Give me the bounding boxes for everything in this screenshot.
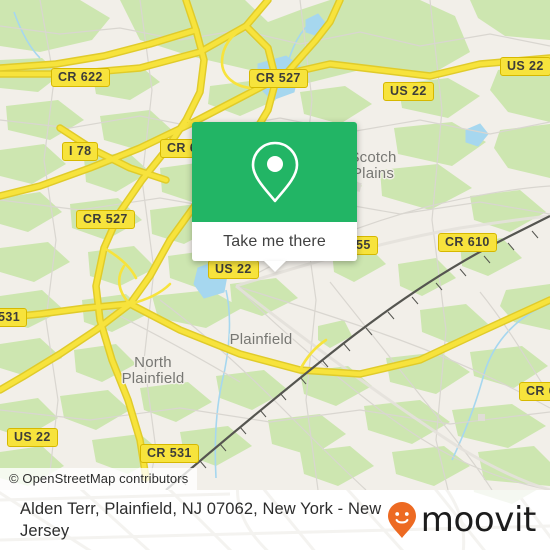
moovit-wordmark: moovit — [420, 500, 537, 540]
map-canvas[interactable]: Scotch Plains Plainfield North Plainfiel… — [0, 0, 550, 490]
take-me-there-label[interactable]: Take me there — [223, 233, 326, 251]
road-shield-i-78: I 78 — [62, 142, 99, 161]
road-shield-cr-622: CR 622 — [51, 68, 110, 87]
road-shield-cr-527-left: CR 527 — [76, 210, 135, 229]
road-shield-us-22-top-left: US 22 — [383, 82, 434, 101]
footer-content: Alden Terr, Plainfield, NJ 07062, New Yo… — [0, 490, 550, 550]
road-shield-us-22-top-right: US 22 — [500, 57, 550, 76]
footer-bar: Alden Terr, Plainfield, NJ 07062, New Yo… — [0, 490, 550, 550]
callout-icon-area — [192, 122, 357, 222]
screenshot-root: Scotch Plains Plainfield North Plainfiel… — [0, 0, 550, 550]
road-shield-cr-531: CR 531 — [140, 444, 199, 463]
callout-action-area[interactable]: Take me there — [192, 222, 357, 272]
road-shield-cr-527-top: CR 527 — [249, 69, 308, 88]
road-shield-cr-65x-clipped-right: CR 6 — [519, 382, 550, 401]
location-title: Alden Terr, Plainfield, NJ 07062, New Yo… — [20, 500, 382, 540]
road-shield-us-22-bottom: US 22 — [7, 428, 58, 447]
road-shield-cr-610: CR 610 — [438, 233, 497, 252]
road-shield-us-22-mid: US 22 — [208, 260, 259, 279]
osm-attribution[interactable]: © OpenStreetMap contributors — [0, 468, 198, 490]
moovit-brand[interactable]: moovit — [387, 501, 536, 539]
location-callout-card[interactable]: Take me there — [192, 122, 357, 272]
callout-pointer-tail — [263, 261, 286, 272]
map-pin-icon — [251, 141, 298, 203]
moovit-smiley-pin-icon — [387, 502, 416, 538]
road-shield-cr-531-clipped-left: 531 — [0, 308, 28, 327]
